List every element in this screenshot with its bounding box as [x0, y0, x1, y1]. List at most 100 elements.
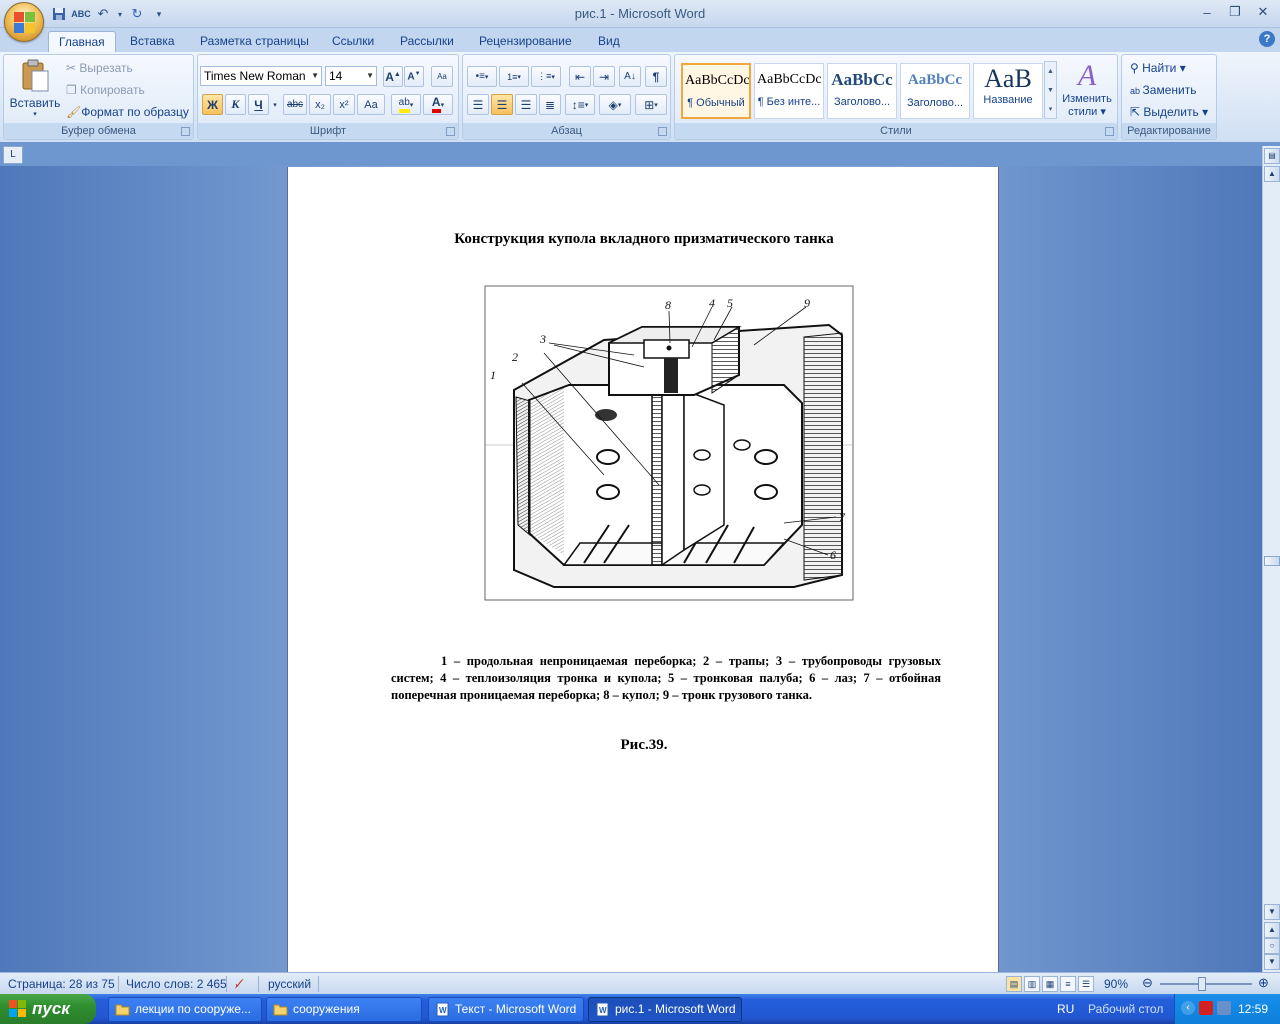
subscript-button[interactable]: x₂: [309, 94, 331, 115]
cut-button[interactable]: ✂ Вырезать: [66, 61, 133, 75]
keyboard-language[interactable]: RU: [1057, 1002, 1074, 1016]
office-button[interactable]: [4, 2, 44, 42]
align-right-button[interactable]: ☰: [515, 94, 537, 115]
styles-launcher-icon[interactable]: [1105, 127, 1114, 136]
change-styles-button[interactable]: A Изменить стили ▾: [1059, 59, 1115, 121]
clipboard-group: Вставить ▾ ✂ Вырезать ❐ Копировать 🖌Форм…: [3, 54, 194, 140]
draft-view-icon[interactable]: ☰: [1078, 976, 1094, 992]
print-layout-icon[interactable]: ▤: [1006, 976, 1022, 992]
zoom-in-icon[interactable]: ⊕: [1258, 975, 1269, 991]
task-lectures-folder[interactable]: лекции по сооруже...: [108, 997, 262, 1022]
close-icon[interactable]: ✕: [1250, 2, 1276, 22]
tab-insert[interactable]: Вставка: [120, 31, 185, 52]
document-page[interactable]: Конструкция купола вкладного призматичес…: [287, 167, 999, 973]
increase-indent-icon: ⇥: [598, 69, 610, 84]
scroll-up-icon[interactable]: ▲: [1264, 166, 1280, 182]
find-button[interactable]: ⚲ Найти ▾: [1130, 61, 1186, 75]
grow-font-button[interactable]: A▲: [383, 66, 403, 87]
style-normal[interactable]: AaBbCcDc ¶ Обычный: [681, 63, 751, 119]
paragraph-launcher-icon[interactable]: [658, 127, 667, 136]
highlight-button[interactable]: ab ▾: [391, 94, 421, 115]
word-count[interactable]: Число слов: 2 465: [126, 977, 227, 991]
tab-home[interactable]: Главная: [48, 31, 116, 52]
borders-button[interactable]: ⊞ ▾: [635, 94, 667, 115]
italic-button[interactable]: К: [225, 94, 246, 115]
select-button[interactable]: ⇱ Выделить ▾: [1130, 105, 1208, 119]
shading-button[interactable]: ◈ ▾: [599, 94, 631, 115]
zoom-level[interactable]: 90%: [1104, 977, 1128, 991]
zoom-out-icon[interactable]: ⊖: [1142, 975, 1153, 991]
align-center-button[interactable]: ☰: [491, 94, 513, 115]
proofing-icon[interactable]: ✓̸: [234, 977, 244, 991]
underline-dropdown-icon[interactable]: ▾: [270, 94, 280, 115]
scroll-down-icon[interactable]: ▼: [1264, 904, 1280, 920]
browse-object-icon[interactable]: ○: [1264, 938, 1280, 954]
clear-format-button[interactable]: Aa: [431, 66, 453, 87]
previous-page-icon[interactable]: ▲: [1264, 922, 1280, 938]
numbering-button[interactable]: 1≡ ▾: [499, 66, 529, 87]
decrease-indent-button[interactable]: ⇤: [569, 66, 591, 87]
antivirus-icon[interactable]: [1199, 1001, 1213, 1015]
format-painter-button[interactable]: 🖌Формат по образцу: [66, 105, 189, 119]
show-marks-button[interactable]: ¶: [645, 66, 667, 87]
task-structures-folder[interactable]: сооружения: [266, 997, 422, 1022]
sort-button[interactable]: A↓: [619, 66, 641, 87]
style-no-spacing[interactable]: AaBbCcDc ¶ Без инте...: [754, 63, 824, 119]
font-color-button[interactable]: A ▾: [423, 94, 453, 115]
web-layout-icon[interactable]: ▦: [1042, 976, 1058, 992]
taskbar: пуск лекции по сооруже... сооружения W Т…: [0, 994, 1280, 1024]
task-ris1-word[interactable]: W рис.1 - Microsoft Word: [588, 997, 742, 1022]
increase-indent-button[interactable]: ⇥: [593, 66, 615, 87]
tab-references[interactable]: Ссылки: [322, 31, 384, 52]
restore-icon[interactable]: ❐: [1222, 2, 1248, 22]
font-launcher-icon[interactable]: [446, 127, 455, 136]
font-name-combo[interactable]: Times New Roman ▼: [200, 66, 322, 86]
tab-selector-icon[interactable]: L: [3, 146, 23, 164]
bullets-button[interactable]: •≡ ▾: [467, 66, 497, 87]
page-indicator[interactable]: Страница: 28 из 75: [8, 977, 115, 991]
full-screen-reading-icon[interactable]: ▥: [1024, 976, 1040, 992]
ruler-toggle-icon[interactable]: ▤: [1264, 148, 1280, 164]
change-case-button[interactable]: Aa: [357, 94, 385, 115]
window-title: рис.1 - Microsoft Word: [574, 6, 706, 21]
tab-view[interactable]: Вид: [588, 31, 630, 52]
zoom-slider-track[interactable]: [1160, 983, 1252, 985]
bold-button[interactable]: Ж: [202, 94, 223, 115]
justify-button[interactable]: ≣: [539, 94, 561, 115]
vertical-scrollbar[interactable]: ▤ ▲ ▼ ▲ ○ ▼: [1262, 146, 1280, 972]
style-heading-1[interactable]: AaBbCc Заголово...: [827, 63, 897, 119]
tray-expand-icon[interactable]: ‹: [1181, 1001, 1195, 1015]
clipboard-launcher-icon[interactable]: [181, 127, 190, 136]
styles-scroll[interactable]: ▲ ▼ ▾: [1044, 61, 1057, 119]
tab-review[interactable]: Рецензирование: [469, 31, 582, 52]
help-icon[interactable]: ?: [1259, 31, 1275, 47]
strikethrough-button[interactable]: abc: [283, 94, 307, 115]
task-label: Текст - Microsoft Word: [455, 1002, 577, 1016]
format-painter-label: Формат по образцу: [81, 105, 189, 119]
outline-view-icon[interactable]: ≡: [1060, 976, 1076, 992]
next-page-icon[interactable]: ▼: [1264, 954, 1280, 970]
multilevel-list-button[interactable]: ⋮≡ ▾: [531, 66, 561, 87]
style-title[interactable]: AaB Название: [973, 63, 1043, 119]
copy-button[interactable]: ❐ Копировать: [66, 83, 145, 97]
font-size-combo[interactable]: 14 ▼: [325, 66, 377, 86]
shrink-font-button[interactable]: A▼: [404, 66, 424, 87]
paste-button[interactable]: Вставить ▾: [8, 57, 62, 121]
scroll-thumb[interactable]: [1264, 556, 1280, 566]
replace-button[interactable]: ab Заменить: [1130, 83, 1196, 97]
tab-page-layout[interactable]: Разметка страницы: [190, 31, 319, 52]
minimize-icon[interactable]: –: [1194, 2, 1220, 22]
superscript-button[interactable]: x²: [333, 94, 355, 115]
network-icon[interactable]: [1217, 1001, 1231, 1015]
desktop-toolbar-label[interactable]: Рабочий стол: [1088, 1002, 1163, 1016]
line-spacing-button[interactable]: ↕≡ ▾: [565, 94, 595, 115]
language-indicator[interactable]: русский: [268, 977, 311, 991]
start-button[interactable]: пуск: [0, 994, 96, 1024]
task-text-word[interactable]: W Текст - Microsoft Word: [428, 997, 584, 1022]
tab-mailings[interactable]: Рассылки: [390, 31, 464, 52]
zoom-slider-thumb[interactable]: [1198, 977, 1206, 991]
underline-button[interactable]: Ч: [248, 94, 269, 115]
align-left-button[interactable]: ☰: [467, 94, 489, 115]
paste-dropdown-icon[interactable]: ▾: [8, 110, 62, 118]
style-heading-2[interactable]: AaBbCc Заголово...: [900, 63, 970, 119]
